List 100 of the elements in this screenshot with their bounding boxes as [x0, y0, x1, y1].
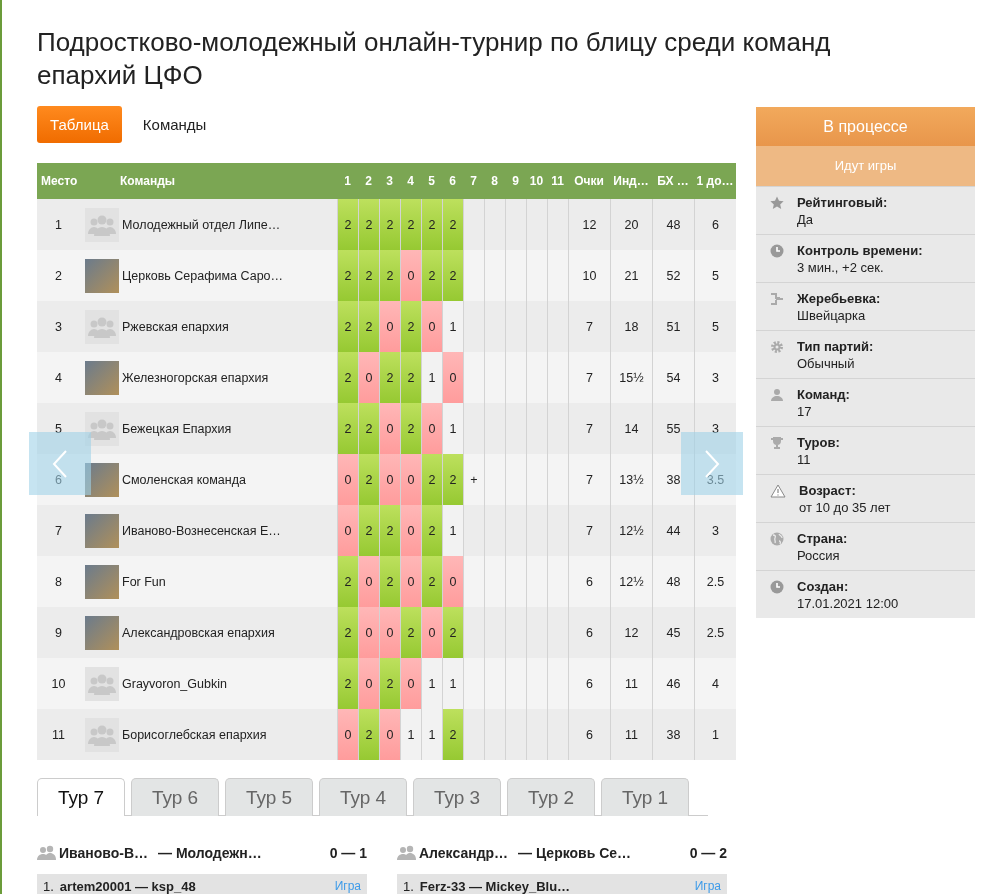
info-label: Возраст: — [799, 482, 857, 499]
round-tab[interactable]: Тур 3 — [413, 778, 501, 816]
team-name[interactable]: For Fun — [122, 574, 166, 589]
result-cell: 2 — [337, 301, 358, 352]
team-name[interactable]: Александровская епархия — [122, 625, 275, 640]
points-value: 12 — [582, 217, 597, 232]
info-value: Да — [797, 211, 815, 228]
team-name[interactable]: Борисоглебская епархия — [122, 727, 267, 742]
result-cell: 0 — [400, 454, 421, 505]
team-name[interactable]: Александр… — [419, 845, 509, 861]
result-cell: 2 — [379, 250, 400, 301]
result-cell: 2 — [442, 250, 463, 301]
scroll-right-button[interactable] — [681, 432, 743, 495]
individual-value: 11 — [625, 727, 638, 742]
individual-value: 21 — [624, 268, 639, 283]
tiebreak-value: 6 — [712, 217, 719, 232]
result-cell: 2 — [442, 454, 463, 505]
team-name[interactable]: — Молодежн… — [158, 845, 262, 861]
view-tab[interactable]: Команды — [129, 106, 220, 143]
round-tab[interactable]: Тур 1 — [601, 778, 689, 816]
result-cell: 1 — [442, 301, 463, 352]
result-cell: 0 — [379, 301, 400, 352]
result-cell: 2 — [400, 199, 421, 250]
bh-value: 38 — [666, 727, 681, 742]
team-name[interactable]: — Церковь Се… — [518, 845, 632, 861]
tiebreak-value: 4 — [712, 676, 719, 691]
result-cell: 2 — [379, 556, 400, 607]
result-cell: 2 — [442, 199, 463, 250]
individual-value: 18 — [624, 319, 639, 334]
info-value: 3 мин., +2 сек. — [797, 259, 885, 276]
result-cell: 0 — [358, 607, 379, 658]
bh-value: 44 — [666, 523, 681, 538]
column-header: 9 — [512, 174, 519, 188]
team-name[interactable]: Церковь Серафима Саро… — [122, 268, 284, 283]
tiebreak-value: 5 — [712, 268, 719, 283]
team-name[interactable]: Иваново-Вознесенская Е… — [122, 523, 281, 538]
result-cell: 2 — [358, 199, 379, 250]
place-number: 7 — [55, 523, 62, 538]
points-value: 6 — [586, 727, 593, 742]
place-number: 3 — [55, 319, 62, 334]
column-header: Команды — [120, 174, 175, 188]
status-header: В процессе — [756, 107, 975, 146]
place-number: 5 — [55, 421, 62, 436]
result-cell: 2 — [400, 301, 421, 352]
result-cell: 0 — [400, 658, 421, 709]
team-name[interactable]: Смоленская команда — [122, 472, 246, 487]
result-cell: 2 — [442, 709, 463, 760]
column-header: 1 — [344, 174, 351, 188]
team-name[interactable]: Молодежный отдел Липе… — [122, 217, 281, 232]
team-name[interactable]: Grayvoron_Gubkin — [122, 676, 227, 691]
result-cell: 2 — [358, 301, 379, 352]
warning-icon — [770, 484, 786, 498]
result-cell: 2 — [421, 250, 442, 301]
result-cell: 0 — [400, 250, 421, 301]
points-value: 6 — [586, 574, 593, 589]
place-number: 11 — [52, 727, 65, 742]
info-value: Россия — [797, 547, 841, 564]
result-cell: 2 — [358, 403, 379, 454]
team-name[interactable]: Бежецкая Епархия — [122, 421, 232, 436]
star-icon — [770, 196, 784, 210]
team-name[interactable]: Железногорская епархия — [122, 370, 269, 385]
individual-value: 15½ — [619, 370, 644, 385]
result-cell: 0 — [337, 454, 358, 505]
game-players: artem20001 — ksp_48 — [59, 878, 196, 894]
tiebreak-value: 3 — [712, 421, 719, 436]
info-label: Команд: — [797, 386, 850, 403]
info-label: Создан: — [797, 578, 850, 595]
team-name[interactable]: Ржевская епархия — [122, 319, 229, 334]
person-icon — [770, 388, 784, 402]
column-header: 3 — [386, 174, 393, 188]
page-title: Подростково-молодежный онлайн-турнир по блицу среди команд епархий ЦФО — [37, 26, 832, 92]
round-tab[interactable]: Тур 2 — [507, 778, 595, 816]
result-cell: 0 — [379, 709, 400, 760]
tiebreak-value: 5 — [712, 319, 719, 334]
round-tab[interactable]: Тур 7 — [37, 778, 125, 816]
result-cell: 0 — [421, 301, 442, 352]
round-tab[interactable]: Тур 5 — [225, 778, 313, 816]
result-cell: 0 — [358, 556, 379, 607]
team-name[interactable]: Иваново-В… — [59, 845, 149, 861]
bh-value: 46 — [666, 676, 681, 691]
info-label: Рейтинговый: — [797, 194, 888, 211]
result-cell: 0 — [400, 505, 421, 556]
tiebreak-value: 3 — [712, 370, 719, 385]
scroll-left-button[interactable] — [29, 432, 91, 495]
match-score: 0 — 1 — [329, 845, 367, 861]
result-cell: 2 — [421, 454, 442, 505]
result-cell: 2 — [358, 709, 379, 760]
bracket-icon — [770, 292, 784, 306]
individual-value: 20 — [624, 217, 639, 232]
column-header: Место — [41, 174, 78, 188]
info-value: от 10 до 35 лет — [799, 499, 891, 516]
round-tab[interactable]: Тур 6 — [131, 778, 219, 816]
individual-value: 12 — [624, 625, 639, 640]
game-number: 1. — [403, 878, 414, 894]
result-cell: 2 — [400, 352, 421, 403]
round-tab[interactable]: Тур 4 — [319, 778, 407, 816]
place-number: 8 — [55, 574, 62, 589]
place-number: 4 — [55, 370, 62, 385]
column-header: 5 — [428, 174, 435, 188]
result-cell: 1 — [442, 403, 463, 454]
